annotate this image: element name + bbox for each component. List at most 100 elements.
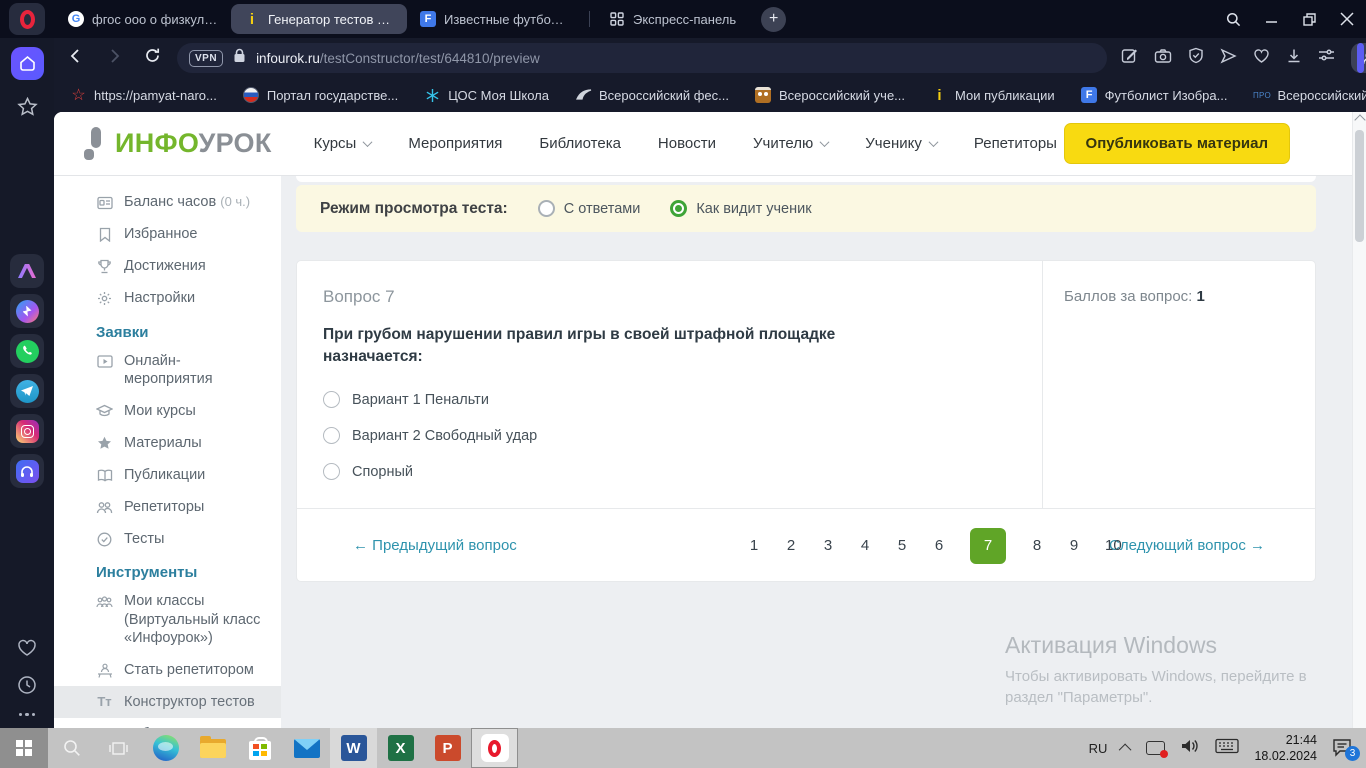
opera-menu-button[interactable]: [9, 3, 45, 35]
whatsapp-icon[interactable]: [10, 334, 44, 368]
next-question-link[interactable]: Следующий вопрос →: [1109, 537, 1265, 554]
sidebar-item-test-constructor[interactable]: Тт Конструктор тестов: [54, 686, 281, 718]
powerpoint-taskbar-icon[interactable]: P: [424, 728, 471, 768]
task-view-button[interactable]: [95, 728, 142, 768]
screen-record-icon[interactable]: [1146, 741, 1165, 755]
compose-icon[interactable]: [1121, 47, 1138, 69]
infourok-logo-icon[interactable]: [84, 127, 105, 161]
more-icon[interactable]: [19, 713, 36, 717]
answer-option-2[interactable]: Вариант 2 Свободный удар: [323, 427, 537, 444]
page-7-active[interactable]: 7: [970, 528, 1006, 564]
tab-fgos[interactable]: G фгос ооо о физкультуре: [55, 4, 231, 34]
easy-setup-sliders-icon[interactable]: [1318, 48, 1335, 68]
bookmark-uchebnik[interactable]: Всероссийский уче...: [755, 87, 905, 104]
edge-taskbar-icon[interactable]: [142, 728, 189, 768]
url-field[interactable]: VPN infourok.ru/testConstructor/test/644…: [177, 43, 1107, 73]
nav-events[interactable]: Мероприятия: [408, 135, 502, 152]
excel-taskbar-icon[interactable]: X: [377, 728, 424, 768]
page-4[interactable]: 4: [859, 537, 871, 554]
volume-icon[interactable]: [1180, 738, 1200, 759]
tab-footballers[interactable]: F Известные футболисты В: [407, 4, 583, 34]
sidebar-item-my-classes[interactable]: Мои классы (Виртуальный класс «Инфоурок»…: [54, 585, 281, 653]
mail-taskbar-icon[interactable]: [283, 728, 330, 768]
sidebar-item-my-courses[interactable]: Мои курсы: [54, 395, 281, 427]
start-button[interactable]: [0, 728, 48, 768]
opera-taskbar-icon[interactable]: [471, 728, 518, 768]
page-3[interactable]: 3: [822, 537, 834, 554]
downloads-icon[interactable]: [1286, 48, 1302, 69]
nav-news[interactable]: Новости: [658, 135, 716, 152]
bookmark-ped[interactable]: ПРО Всероссийский пед...: [1253, 87, 1366, 104]
close-button[interactable]: [1328, 0, 1366, 38]
flow-send-icon[interactable]: [1220, 48, 1237, 69]
radio-off-icon[interactable]: [323, 427, 340, 444]
restore-button[interactable]: [1290, 0, 1328, 38]
bookmark-footballer[interactable]: F Футболист Изобра...: [1081, 87, 1228, 104]
prev-question-link[interactable]: ← Предыдущий вопрос: [353, 537, 517, 554]
hidden-icons-chevron[interactable]: [1119, 743, 1132, 756]
infourok-logo-text[interactable]: ИНФОУРОК: [115, 128, 272, 159]
file-explorer-taskbar-icon[interactable]: [189, 728, 236, 768]
bookmark-my-publications[interactable]: i Мои публикации: [931, 87, 1055, 104]
history-clock-icon[interactable]: [17, 675, 37, 700]
speed-dial-home-icon[interactable]: [11, 47, 44, 80]
radio-with-answers[interactable]: С ответами: [538, 200, 641, 217]
sidebar-item-work-programs[interactable]: Рабочие программы: [54, 718, 281, 728]
sidebar-item-settings[interactable]: Настройки: [54, 282, 281, 314]
page-scrollbar[interactable]: [1352, 112, 1366, 728]
taskbar-search-button[interactable]: [48, 728, 95, 768]
bookmark-gosuslugi[interactable]: Портал государстве...: [243, 87, 398, 104]
sidebar-item-achievements[interactable]: Достижения: [54, 250, 281, 282]
page-8[interactable]: 8: [1031, 537, 1043, 554]
sidebar-item-materials[interactable]: Материалы: [54, 427, 281, 459]
radio-as-student[interactable]: Как видит ученик: [670, 200, 811, 217]
publish-material-button[interactable]: Опубликовать материал: [1064, 123, 1290, 164]
nav-courses[interactable]: Курсы: [314, 135, 372, 152]
bookmarks-star-icon[interactable]: [17, 97, 38, 122]
tab-test-generator-active[interactable]: i Генератор тестов - Пров: [231, 4, 407, 34]
snapshot-camera-icon[interactable]: [1154, 48, 1172, 69]
nav-library[interactable]: Библиотека: [539, 135, 621, 152]
aria-icon[interactable]: [10, 254, 44, 288]
reload-button[interactable]: [144, 47, 161, 69]
word-taskbar-icon[interactable]: W: [330, 728, 377, 768]
radio-off-icon[interactable]: [323, 463, 340, 480]
sidebar-item-tutors[interactable]: Репетиторы: [54, 491, 281, 523]
telegram-icon[interactable]: [10, 374, 44, 408]
nav-tutors[interactable]: Репетиторы: [974, 135, 1057, 152]
heart-icon[interactable]: [17, 639, 37, 662]
radio-off-icon[interactable]: [538, 200, 555, 217]
page-2[interactable]: 2: [785, 537, 797, 554]
lock-icon[interactable]: [233, 48, 246, 68]
forward-button[interactable]: [106, 48, 122, 69]
nav-teacher[interactable]: Учителю: [753, 135, 828, 152]
page-5[interactable]: 5: [896, 537, 908, 554]
answer-option-1[interactable]: Вариант 1 Пенальти: [323, 391, 537, 408]
page-9[interactable]: 9: [1068, 537, 1080, 554]
tab-search-icon[interactable]: [1214, 0, 1252, 38]
scrollbar-thumb[interactable]: [1355, 130, 1364, 242]
page-6[interactable]: 6: [933, 537, 945, 554]
page-1[interactable]: 1: [748, 537, 760, 554]
favorites-heart-icon[interactable]: [1253, 48, 1270, 69]
scroll-up-icon[interactable]: [1354, 114, 1365, 125]
answer-option-3[interactable]: Спорный: [323, 463, 537, 480]
instagram-icon[interactable]: [10, 414, 44, 448]
page-10[interactable]: 10: [1105, 537, 1122, 554]
new-tab-button[interactable]: +: [761, 7, 786, 32]
nav-student[interactable]: Ученику: [865, 135, 937, 152]
back-button[interactable]: [68, 48, 84, 69]
sidebar-item-balance[interactable]: Баланс часов (0 ч.): [54, 186, 281, 218]
store-taskbar-icon[interactable]: [236, 728, 283, 768]
bookmark-pamyat-naroda[interactable]: ☆ https://pamyat-naro...: [70, 87, 217, 104]
radio-off-icon[interactable]: [323, 391, 340, 408]
bookmark-fest[interactable]: Всероссийский фес...: [575, 87, 729, 104]
sidebar-item-favorites[interactable]: Избранное: [54, 218, 281, 250]
messenger-icon[interactable]: [10, 294, 44, 328]
touch-keyboard-icon[interactable]: [1215, 738, 1239, 759]
bookmark-cos-school[interactable]: ЦОС Моя Школа: [424, 87, 549, 104]
language-indicator[interactable]: RU: [1089, 741, 1108, 756]
sidebar-item-publications[interactable]: Публикации: [54, 459, 281, 491]
radio-on-icon[interactable]: [670, 200, 687, 217]
sidebar-item-become-tutor[interactable]: Стать репетитором: [54, 654, 281, 686]
